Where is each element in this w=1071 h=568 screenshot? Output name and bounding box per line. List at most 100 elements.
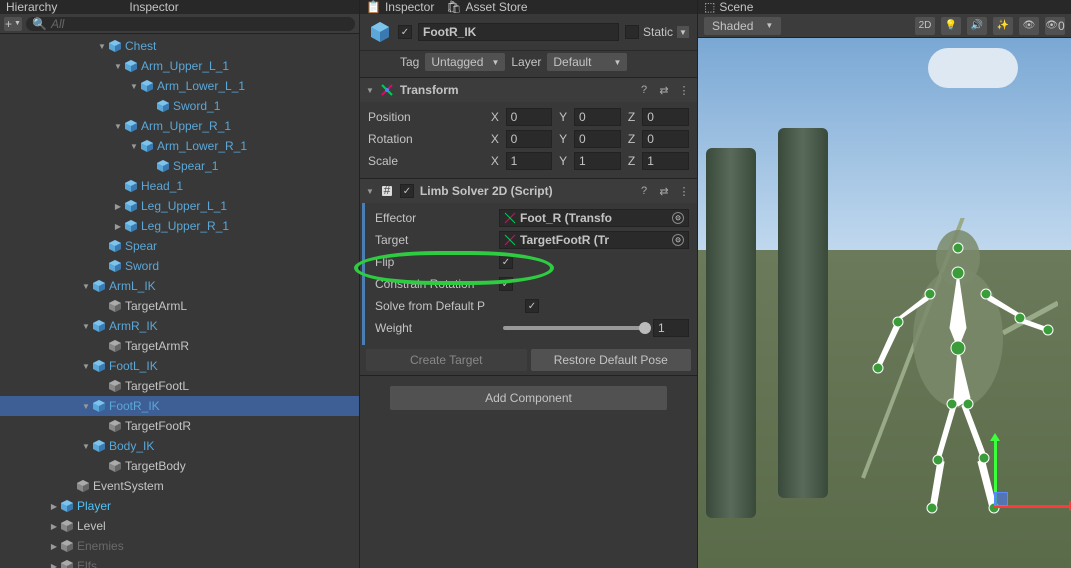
scale-y-input[interactable]: 1 — [574, 152, 621, 170]
hidden-count[interactable]: 👁0 — [1045, 17, 1065, 35]
static-toggle[interactable]: Static ▼ — [625, 25, 689, 39]
rotation-x-input[interactable]: 0 — [506, 130, 553, 148]
hierarchy-item[interactable]: ▶Leg_Upper_L_1 — [0, 196, 359, 216]
fold-icon[interactable]: ▼ — [80, 442, 92, 451]
fx-toggle[interactable]: ✨ — [993, 17, 1013, 35]
limb-solver-header[interactable]: ▼ # ✓ Limb Solver 2D (Script) ? ⇄ ⋮ — [360, 179, 697, 203]
hierarchy-item[interactable]: ▼ArmR_IK — [0, 316, 359, 336]
scene-tabs: ⬚ Scene — [698, 0, 1071, 14]
fold-icon[interactable]: ▶ — [48, 542, 60, 551]
weight-slider[interactable] — [503, 326, 645, 330]
position-z-input[interactable]: 0 — [642, 108, 689, 126]
hierarchy-item[interactable]: ▶Leg_Upper_R_1 — [0, 216, 359, 236]
fold-icon[interactable]: ▶ — [48, 522, 60, 531]
hierarchy-item[interactable]: ▶Elfs — [0, 556, 359, 568]
scene-character[interactable] — [858, 218, 1058, 518]
create-button[interactable]: +▼ — [4, 17, 22, 31]
fold-icon[interactable]: ▼ — [128, 142, 140, 151]
hierarchy-item[interactable]: Sword_1 — [0, 96, 359, 116]
toggle-2d-button[interactable]: 2D — [915, 17, 935, 35]
tab-hierarchy[interactable]: Hierarchy — [6, 0, 57, 14]
hierarchy-search-input[interactable]: 🔍 All — [26, 17, 355, 31]
fold-icon[interactable]: ▼ — [128, 82, 140, 91]
audio-toggle[interactable]: 🔊 — [967, 17, 987, 35]
hierarchy-item[interactable]: ▶Player — [0, 496, 359, 516]
hierarchy-item[interactable]: Sword — [0, 256, 359, 276]
hierarchy-item[interactable]: ▶Level — [0, 516, 359, 536]
fold-icon[interactable]: ▼ — [80, 402, 92, 411]
hierarchy-item[interactable]: ▼FootR_IK — [0, 396, 359, 416]
menu-icon[interactable]: ⋮ — [677, 84, 691, 97]
help-icon[interactable]: ? — [637, 185, 651, 197]
tab-asset-store[interactable]: 🛍 Asset Store — [446, 0, 527, 14]
hierarchy-item[interactable]: TargetBody — [0, 456, 359, 476]
hierarchy-item[interactable]: EventSystem — [0, 476, 359, 496]
gameobject-enabled-checkbox[interactable]: ✓ — [398, 25, 412, 39]
gameobject-cube-icon — [60, 499, 74, 513]
tab-inspector-extra[interactable]: Inspector — [129, 0, 178, 14]
hierarchy-item[interactable]: Head_1 — [0, 176, 359, 196]
hierarchy-item[interactable]: TargetFootR — [0, 416, 359, 436]
fold-icon[interactable]: ▶ — [48, 502, 60, 511]
fold-icon[interactable]: ▶ — [48, 562, 60, 568]
tag-dropdown[interactable]: Untagged▼ — [425, 53, 505, 71]
hierarchy-item[interactable]: TargetArmL — [0, 296, 359, 316]
tab-scene[interactable]: ⬚ Scene — [704, 0, 753, 14]
preset-icon[interactable]: ⇄ — [657, 84, 671, 97]
constrain-rotation-checkbox[interactable]: ✓ — [499, 277, 513, 291]
hierarchy-item[interactable]: ▼Body_IK — [0, 436, 359, 456]
fold-icon[interactable]: ▼ — [80, 322, 92, 331]
hierarchy-item[interactable]: ▼Arm_Upper_L_1 — [0, 56, 359, 76]
fold-icon[interactable]: ▼ — [80, 362, 92, 371]
restore-default-pose-button[interactable]: Restore Default Pose — [531, 349, 692, 371]
static-dropdown[interactable]: ▼ — [677, 26, 689, 38]
preset-icon[interactable]: ⇄ — [657, 185, 671, 198]
gizmo-xy-plane[interactable] — [994, 492, 1008, 506]
hierarchy-item[interactable]: ▼Arm_Lower_L_1 — [0, 76, 359, 96]
hierarchy-item[interactable]: ▼FootL_IK — [0, 356, 359, 376]
fold-icon[interactable]: ▶ — [112, 222, 124, 231]
rotation-z-input[interactable]: 0 — [642, 130, 689, 148]
target-field[interactable]: TargetFootR (Tr⊙ — [499, 231, 689, 249]
scale-x-input[interactable]: 1 — [506, 152, 553, 170]
rotation-y-input[interactable]: 0 — [574, 130, 621, 148]
scene-viewport[interactable] — [698, 38, 1071, 568]
hierarchy-item[interactable]: ▶Enemies — [0, 536, 359, 556]
hierarchy-item[interactable]: TargetFootL — [0, 376, 359, 396]
menu-icon[interactable]: ⋮ — [677, 185, 691, 198]
visibility-toggle[interactable]: 👁 — [1019, 17, 1039, 35]
effector-field[interactable]: Foot_R (Transfo⊙ — [499, 209, 689, 227]
fold-icon[interactable]: ▶ — [112, 202, 124, 211]
fold-icon[interactable]: ▼ — [112, 122, 124, 131]
gameobject-cube-icon — [140, 139, 154, 153]
hierarchy-item[interactable]: ▼Arm_Lower_R_1 — [0, 136, 359, 156]
hierarchy-item[interactable]: ▼ Arm_Upper_R_1 — [0, 116, 359, 136]
gameobject-name-input[interactable]: FootR_IK — [418, 23, 619, 41]
help-icon[interactable]: ? — [637, 84, 651, 96]
shading-mode-dropdown[interactable]: Shaded▼ — [704, 17, 781, 35]
fold-icon[interactable]: ▼ — [112, 62, 124, 71]
component-enabled-checkbox[interactable]: ✓ — [400, 184, 414, 198]
hierarchy-item[interactable]: Spear_1 — [0, 156, 359, 176]
create-target-button[interactable]: Create Target — [366, 349, 527, 371]
hierarchy-item[interactable]: ▼ArmL_IK — [0, 276, 359, 296]
scale-z-input[interactable]: 1 — [642, 152, 689, 170]
fold-icon[interactable]: ▼ — [80, 282, 92, 291]
object-picker-icon[interactable]: ⊙ — [672, 212, 684, 224]
hierarchy-item[interactable]: ▼Chest — [0, 36, 359, 56]
hierarchy-item-label: Arm_Upper_R_1 — [141, 119, 231, 133]
position-x-input[interactable]: 0 — [506, 108, 553, 126]
transform-header[interactable]: ▼ Transform ? ⇄ ⋮ — [360, 78, 697, 102]
solve-default-checkbox[interactable]: ✓ — [525, 299, 539, 313]
fold-icon[interactable]: ▼ — [96, 42, 108, 51]
weight-input[interactable]: 1 — [653, 319, 689, 337]
add-component-button[interactable]: Add Component — [390, 386, 667, 410]
hierarchy-item[interactable]: Spear — [0, 236, 359, 256]
tab-inspector[interactable]: 📋 Inspector — [366, 0, 434, 14]
flip-checkbox[interactable]: ✓ — [499, 255, 513, 269]
hierarchy-item[interactable]: TargetArmR — [0, 336, 359, 356]
lighting-toggle[interactable]: 💡 — [941, 17, 961, 35]
position-y-input[interactable]: 0 — [574, 108, 621, 126]
layer-dropdown[interactable]: Default▼ — [547, 53, 627, 71]
object-picker-icon[interactable]: ⊙ — [672, 234, 684, 246]
